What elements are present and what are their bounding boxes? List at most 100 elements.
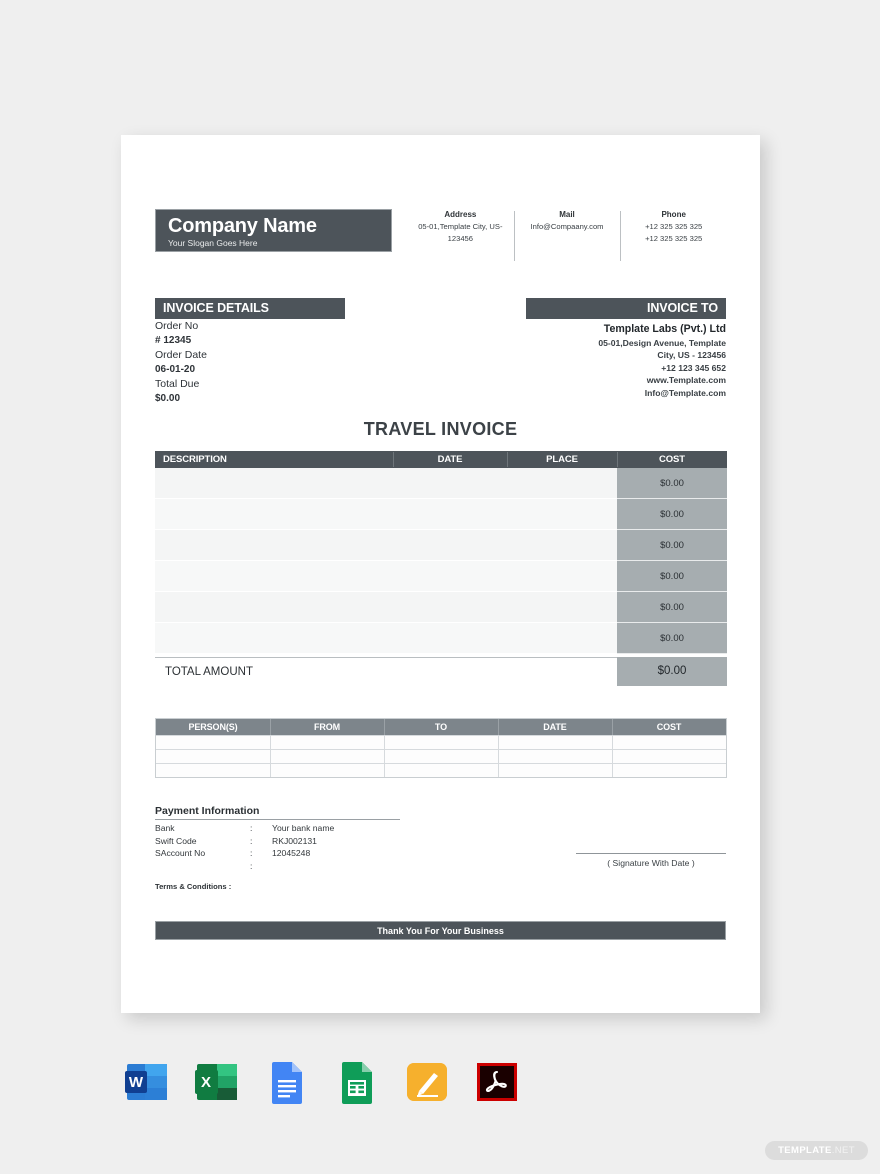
client-phone: +12 123 345 652: [661, 362, 726, 373]
payment-divider: [155, 819, 400, 820]
traveler-date-cell[interactable]: [498, 750, 612, 763]
line-items-table: DESCRIPTION DATE PLACE COST $0.00 $0.00 …: [155, 451, 727, 686]
traveler-from-cell[interactable]: [270, 764, 384, 777]
column-header-travel-cost: COST: [612, 719, 726, 735]
invoice-to-heading: INVOICE TO: [526, 298, 726, 319]
traveler-to-cell[interactable]: [384, 736, 498, 749]
line-item-fields[interactable]: [155, 499, 617, 530]
line-item-cost[interactable]: $0.00: [617, 499, 727, 530]
line-item-fields[interactable]: [155, 592, 617, 623]
payment-extra-separator: :: [250, 860, 253, 871]
contact-mail-title: Mail: [559, 210, 575, 219]
line-items-header-row: DESCRIPTION DATE PLACE COST: [155, 451, 727, 468]
contact-mail-value: Info@Compaany.com: [530, 222, 604, 231]
payment-bank-value: Your bank name: [272, 823, 335, 833]
contact-phone: Phone +12 325 325 325 +12 325 325 325: [620, 209, 727, 261]
table-row[interactable]: $0.00: [155, 623, 727, 654]
payment-bank-label: Bank: [155, 823, 175, 833]
line-item-cost[interactable]: $0.00: [617, 468, 727, 499]
contact-phone-title: Phone: [661, 210, 686, 219]
payment-information-block: Payment Information Bank : Your bank nam…: [155, 804, 400, 891]
traveler-to-cell[interactable]: [384, 764, 498, 777]
total-amount-value: $0.00: [617, 657, 727, 686]
payment-information-title: Payment Information: [155, 805, 260, 817]
table-row[interactable]: $0.00: [155, 468, 727, 499]
table-row[interactable]: [156, 763, 726, 777]
order-date-value: 06-01-20: [155, 363, 196, 375]
excel-icon[interactable]: X: [191, 1056, 243, 1108]
payment-row: Swift Code : RKJ002131: [155, 835, 400, 848]
column-header-date: DATE: [393, 451, 507, 468]
contact-address: Address 05-01,Template City, US- 123456: [407, 209, 514, 259]
column-header-place: PLACE: [507, 451, 617, 468]
contact-address-line1: 05-01,Template City, US-: [418, 222, 503, 231]
line-item-fields[interactable]: [155, 530, 617, 561]
traveler-cost-cell[interactable]: [612, 736, 726, 749]
traveler-from-cell[interactable]: [270, 750, 384, 763]
traveler-cost-cell[interactable]: [612, 764, 726, 777]
traveler-persons-cell[interactable]: [156, 736, 270, 749]
payment-row: :: [155, 860, 400, 873]
payment-account-separator: :: [250, 848, 253, 859]
traveler-cost-cell[interactable]: [612, 750, 726, 763]
watermark-suffix: .NET: [831, 1145, 855, 1156]
apple-pages-icon[interactable]: [401, 1056, 453, 1108]
invoice-details-block: INVOICE DETAILS Order No # 12345 Order D…: [155, 298, 345, 407]
traveler-header-row: PERSON(S) FROM TO DATE COST: [156, 719, 726, 735]
column-header-from: FROM: [270, 719, 384, 735]
line-item-cost[interactable]: $0.00: [617, 530, 727, 561]
table-row[interactable]: $0.00: [155, 561, 727, 592]
table-row[interactable]: $0.00: [155, 592, 727, 623]
traveler-persons-cell[interactable]: [156, 750, 270, 763]
table-row[interactable]: $0.00: [155, 530, 727, 561]
table-row[interactable]: [156, 749, 726, 763]
payment-swift-value: RKJ002131: [272, 835, 317, 846]
order-date-label: Order Date: [155, 349, 207, 362]
invoice-to-block: INVOICE TO Template Labs (Pvt.) Ltd 05-0…: [526, 298, 726, 399]
payment-row: Bank : Your bank name: [155, 822, 400, 835]
signature-block: ( Signature With Date ): [576, 853, 726, 870]
company-logo-block: Company Name Your Slogan Goes Here: [155, 209, 392, 252]
column-header-cost: COST: [617, 451, 727, 468]
line-item-fields[interactable]: [155, 623, 617, 654]
column-header-description: DESCRIPTION: [163, 454, 227, 465]
signature-label: ( Signature With Date ): [607, 858, 695, 868]
payment-bank-separator: :: [250, 823, 253, 833]
invoice-document: Company Name Your Slogan Goes Here Addre…: [121, 135, 760, 1013]
table-row[interactable]: [156, 735, 726, 749]
client-website: www.Template.com: [646, 375, 726, 386]
line-item-fields[interactable]: [155, 561, 617, 592]
google-sheets-icon[interactable]: [331, 1056, 383, 1108]
client-email: Info@Template.com: [644, 387, 726, 398]
client-address-line2: City, US - 123456: [657, 350, 726, 361]
document-header: Company Name Your Slogan Goes Here Addre…: [155, 209, 727, 261]
contact-address-title: Address: [444, 210, 477, 219]
order-no-value: # 12345: [155, 334, 192, 346]
traveler-from-cell[interactable]: [270, 736, 384, 749]
contact-mail: Mail Info@Compaany.com: [513, 209, 621, 261]
contact-phone-line2: +12 325 325 325: [645, 233, 703, 243]
svg-text:X: X: [201, 1074, 211, 1091]
column-header-travel-date: DATE: [498, 719, 612, 735]
word-icon[interactable]: W: [121, 1056, 173, 1108]
google-docs-icon[interactable]: [261, 1056, 313, 1108]
line-item-cost[interactable]: $0.00: [617, 561, 727, 592]
payment-swift-separator: :: [250, 835, 253, 846]
traveler-to-cell[interactable]: [384, 750, 498, 763]
line-item-cost[interactable]: $0.00: [617, 592, 727, 623]
table-row[interactable]: $0.00: [155, 499, 727, 530]
traveler-date-cell[interactable]: [498, 764, 612, 777]
line-item-cost[interactable]: $0.00: [617, 623, 727, 654]
column-header-to: TO: [384, 719, 498, 735]
company-slogan: Your Slogan Goes Here: [168, 238, 258, 248]
line-item-fields[interactable]: [155, 468, 617, 499]
traveler-persons-cell[interactable]: [156, 764, 270, 777]
pdf-icon[interactable]: [471, 1056, 523, 1108]
total-due-value: $0.00: [155, 392, 181, 404]
signature-line: [576, 853, 726, 854]
template-net-watermark: TEMPLATE.NET: [765, 1141, 868, 1160]
traveler-date-cell[interactable]: [498, 736, 612, 749]
client-company: Template Labs (Pvt.) Ltd: [603, 323, 726, 335]
traveler-table: PERSON(S) FROM TO DATE COST: [155, 718, 727, 778]
screenshot-root: Company Name Your Slogan Goes Here Addre…: [0, 0, 880, 1174]
